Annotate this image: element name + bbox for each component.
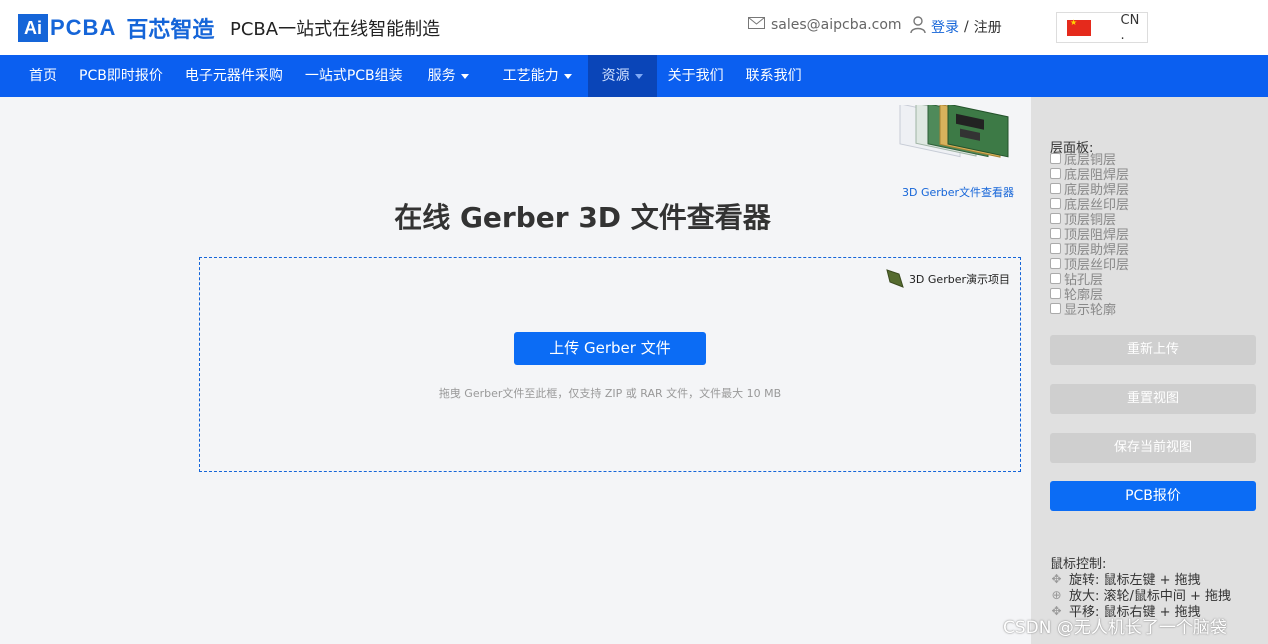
demo-project-label: 3D Gerber演示项目 xyxy=(908,272,1010,286)
contact-email[interactable]: sales@aipcba.com xyxy=(748,17,902,33)
demo-project-link[interactable]: 3D Gerber演示项目 xyxy=(886,266,1010,291)
checkbox[interactable] xyxy=(1050,303,1061,314)
pcb-board-icon xyxy=(886,266,904,291)
site-logo[interactable]: Ai PCBA 百芯智造 xyxy=(18,12,214,44)
email-text: sales@aipcba.com xyxy=(771,17,902,33)
checkbox[interactable] xyxy=(1050,243,1061,254)
site-slogan: PCBA一站式在线智能制造 xyxy=(230,19,441,40)
nav-components[interactable]: 电子元器件采购 xyxy=(174,55,294,97)
nav-about[interactable]: 关于我们 xyxy=(657,55,735,97)
register-link[interactable]: 注册 xyxy=(974,17,1002,37)
nav-capabilities[interactable]: 工艺能力 xyxy=(495,55,588,97)
checkbox[interactable] xyxy=(1050,228,1061,239)
chevron-down-icon xyxy=(460,73,469,79)
nav-services-label: 服务 xyxy=(427,68,456,84)
main-nav: 首页 PCB即时报价 电子元器件采购 一站式PCB组装 服务 工艺能力 资源 关… xyxy=(0,55,1268,97)
nav-resources-label: 资源 xyxy=(601,68,630,84)
nav-capabilities-label: 工艺能力 xyxy=(502,68,559,84)
zoom-icon: ⊕ xyxy=(1051,587,1062,602)
logo-chinese-text: 百芯智造 xyxy=(126,18,215,43)
reset-view-button[interactable]: 重置视图 xyxy=(1050,384,1256,414)
mail-icon xyxy=(748,17,765,33)
user-links: 登录 / 注册 xyxy=(910,16,1002,38)
checkbox[interactable] xyxy=(1050,273,1061,284)
language-code: CN . xyxy=(1120,12,1140,43)
site-header: Ai PCBA 百芯智造 PCBA一站式在线智能制造 sales@aipcba.… xyxy=(0,0,1268,55)
checkbox[interactable] xyxy=(1050,213,1061,224)
checkbox[interactable] xyxy=(1050,258,1061,269)
user-icon xyxy=(910,16,926,38)
nav-services[interactable]: 服务 xyxy=(414,55,495,97)
login-register-separator: / xyxy=(964,19,969,35)
gerber-dropzone[interactable]: 3D Gerber演示项目 上传 Gerber 文件 拖曳 Gerber文件至此… xyxy=(199,257,1021,472)
pcb-quote-button[interactable]: PCB报价 xyxy=(1050,481,1256,511)
checkbox[interactable] xyxy=(1050,288,1061,299)
chevron-down-icon xyxy=(634,73,643,79)
save-view-button[interactable]: 保存当前视图 xyxy=(1050,433,1256,463)
nav-home[interactable]: 首页 xyxy=(0,55,68,97)
checkbox[interactable] xyxy=(1050,153,1061,164)
checkbox[interactable] xyxy=(1050,168,1061,179)
upload-hint: 拖曳 Gerber文件至此框，仅支持 ZIP 或 RAR 文件，文件最大 10 … xyxy=(438,387,782,400)
language-selector[interactable]: CN . xyxy=(1056,12,1148,43)
gerber-viewer-thumbnail[interactable] xyxy=(896,102,1016,185)
logo-ai-mark: Ai xyxy=(18,14,48,42)
layer-label: 显示轮廓 xyxy=(1064,303,1117,318)
nav-pcb-assembly[interactable]: 一站式PCB组装 xyxy=(294,55,414,97)
page-title: 在线 Gerber 3D 文件查看器 xyxy=(394,201,771,234)
chevron-down-icon xyxy=(563,73,572,79)
rotate-icon: ✥ xyxy=(1051,571,1062,586)
upload-gerber-button[interactable]: 上传 Gerber 文件 xyxy=(514,332,706,365)
reupload-button[interactable]: 重新上传 xyxy=(1050,335,1256,365)
nav-resources[interactable]: 资源 xyxy=(587,55,657,97)
china-flag-icon xyxy=(1067,18,1091,36)
layer-checkbox-show-outline[interactable]: 显示轮廓 xyxy=(1050,301,1117,318)
checkbox[interactable] xyxy=(1050,198,1061,209)
csdn-watermark: CSDN @无人机长了一个脑袋 xyxy=(1003,618,1227,638)
login-link[interactable]: 登录 xyxy=(931,17,959,37)
logo-pcba-text: PCBA xyxy=(50,15,117,40)
nav-contact[interactable]: 联系我们 xyxy=(735,55,813,97)
checkbox[interactable] xyxy=(1050,183,1061,194)
layer-side-panel: 层面板: 底层铜层 底层阻焊层 底层助焊层 底层丝印层 顶层铜层 顶层阻焊层 顶… xyxy=(1031,97,1268,644)
nav-pcb-quote[interactable]: PCB即时报价 xyxy=(68,55,174,97)
